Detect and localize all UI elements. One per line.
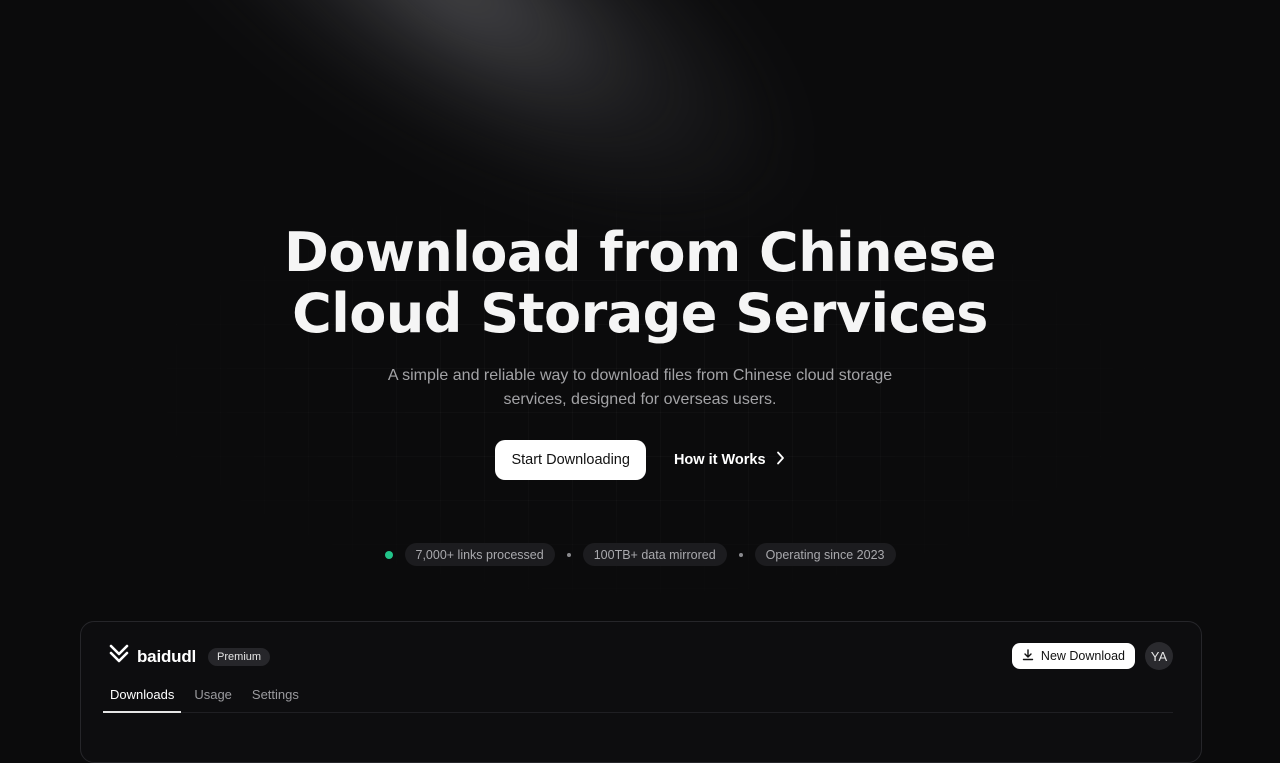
hero-title-line-1: Download from Chinese [284,221,996,284]
brand-name: baidudl [137,646,197,666]
tab-bar: Downloads Usage Settings [103,684,1173,713]
chevron-right-icon [776,451,785,469]
premium-badge: Premium [208,647,271,666]
new-download-button[interactable]: New Download [1011,643,1135,669]
how-it-works-label: How it Works [673,452,766,468]
cta-row: Start Downloading How it Works [0,440,1280,480]
hero-subtitle: A simple and reliable way to download fi… [387,367,893,408]
hero-title: Download from Chinese Cloud Storage Serv… [0,222,1280,344]
avatar[interactable]: YA [1145,642,1173,670]
tab-downloads[interactable]: Downloads [103,684,182,713]
hero-section: Download from Chinese Cloud Storage Serv… [0,222,1280,412]
tab-settings[interactable]: Settings [245,684,306,712]
stat-data-mirrored: 100TB+ data mirrored [582,543,727,566]
stat-links-processed: 7,000+ links processed [404,543,555,566]
new-download-label: New Download [1040,649,1125,663]
tab-usage[interactable]: Usage [187,684,239,712]
brand: baidudl Premium [109,644,271,669]
stat-separator [566,552,571,557]
stat-separator [738,552,743,557]
hero-title-line-2: Cloud Storage Services [292,282,988,345]
logo-icon [109,644,129,669]
status-dot [384,550,393,559]
stat-operating-since: Operating since 2023 [754,543,896,566]
start-downloading-button[interactable]: Start Downloading [495,440,646,480]
download-icon [1022,648,1034,664]
panel-actions: New Download YA [1011,642,1173,670]
app-preview-panel: baidudl Premium New Download YA Download… [80,621,1202,763]
stats-row: 7,000+ links processed 100TB+ data mirro… [0,543,1280,566]
how-it-works-button[interactable]: How it Works [674,451,785,469]
